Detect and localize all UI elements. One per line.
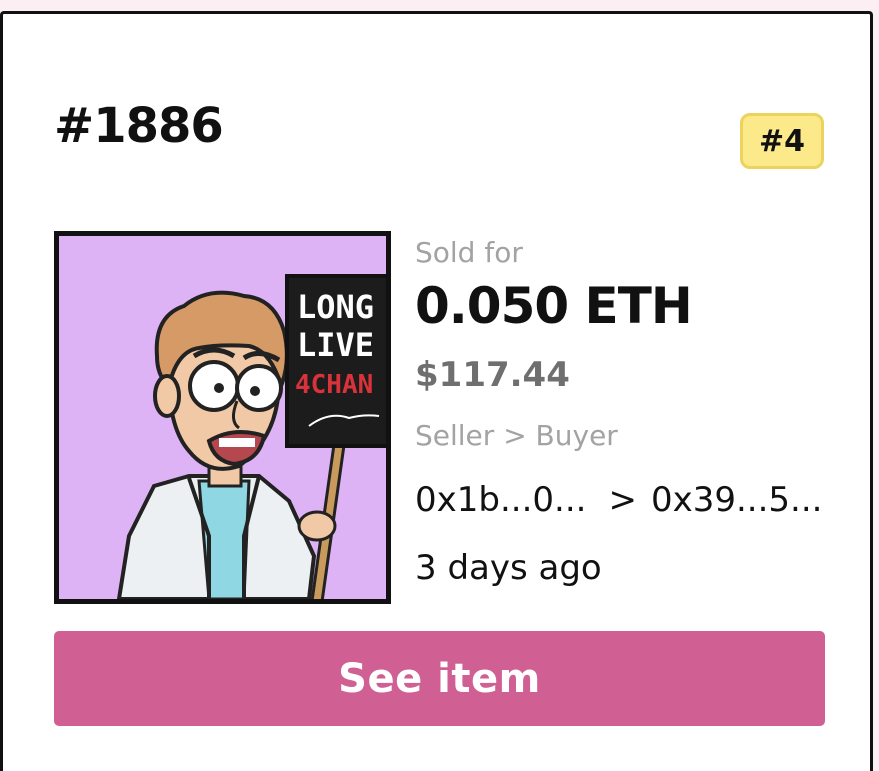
seller-buyer-addresses: 0x1b...0... > 0x39...5... bbox=[415, 480, 822, 520]
price-usd: $117.44 bbox=[415, 355, 570, 395]
nft-sale-card: #1886 #4 LONG LIVE 4CHAN Sold for 0.050 … bbox=[0, 11, 873, 771]
price-eth: 0.050 ETH bbox=[415, 277, 693, 335]
sign-line-1: LONG bbox=[297, 288, 374, 326]
sale-time: 3 days ago bbox=[415, 548, 602, 588]
buyer-address[interactable]: 0x39...5... bbox=[651, 480, 823, 520]
rank-badge: #4 bbox=[740, 113, 824, 169]
nft-artwork[interactable]: LONG LIVE 4CHAN bbox=[54, 231, 391, 604]
arrow-separator: > bbox=[608, 480, 637, 520]
see-item-button[interactable]: See item bbox=[54, 631, 825, 726]
seller-buyer-label: Seller > Buyer bbox=[415, 419, 618, 452]
sign-line-3: 4CHAN bbox=[295, 370, 373, 400]
artwork-illustration: LONG LIVE 4CHAN bbox=[59, 236, 386, 599]
seller-address[interactable]: 0x1b...0... bbox=[415, 480, 586, 520]
sign-line-2: LIVE bbox=[297, 326, 374, 364]
token-title: #1886 bbox=[54, 98, 224, 154]
sold-for-label: Sold for bbox=[415, 236, 523, 269]
